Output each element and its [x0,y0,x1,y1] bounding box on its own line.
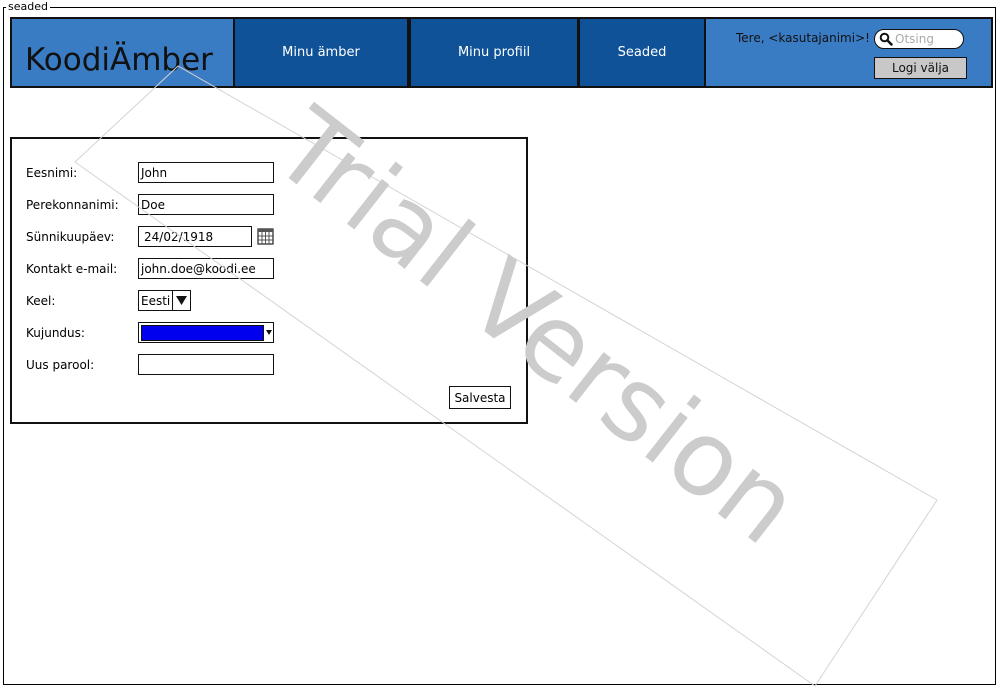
birth-date-field[interactable]: 24/02/1918 [138,226,252,247]
language-select[interactable]: Eesti [138,290,192,311]
birth-date-label: Sünnikuupäev: [26,230,115,244]
save-button[interactable]: Salvesta [449,386,511,409]
new-password-label: Uus parool: [26,358,95,372]
greeting-text: Tere, <kasutajanimi>! [736,31,870,45]
calendar-icon[interactable] [257,228,274,249]
theme-select[interactable] [138,322,274,343]
window-title: seaded [6,0,50,14]
app-logo[interactable]: KoodiÄmber [25,42,213,78]
new-password-field[interactable] [138,354,274,375]
logout-button[interactable]: Logi välja [874,57,967,79]
chevron-down-icon[interactable] [173,290,192,311]
nav-settings[interactable]: Seaded [578,17,706,88]
language-label: Keel: [26,294,56,308]
nav-my-bucket[interactable]: Minu ämber [233,17,409,88]
dropdown-arrow-icon [266,330,272,335]
theme-label: Kujundus: [26,326,85,340]
last-name-label: Perekonnanimi: [26,198,119,212]
search-input[interactable]: Otsing [874,29,964,49]
search-placeholder: Otsing [895,32,934,46]
email-label: Kontakt e-mail: [26,262,118,276]
first-name-field[interactable]: John [138,162,274,183]
nav-my-profile[interactable]: Minu profiil [409,17,579,88]
first-name-label: Eesnimi: [26,166,78,180]
email-field[interactable]: john.doe@koodi.ee [138,258,274,279]
theme-color-swatch [141,324,264,341]
language-value: Eesti [138,290,174,311]
search-icon [879,32,893,46]
header-bar: KoodiÄmber Minu ämber Minu profiil Seade… [10,17,993,88]
settings-form: Eesnimi: John Perekonnanimi: Doe Sünniku… [10,137,528,424]
last-name-field[interactable]: Doe [138,194,274,215]
